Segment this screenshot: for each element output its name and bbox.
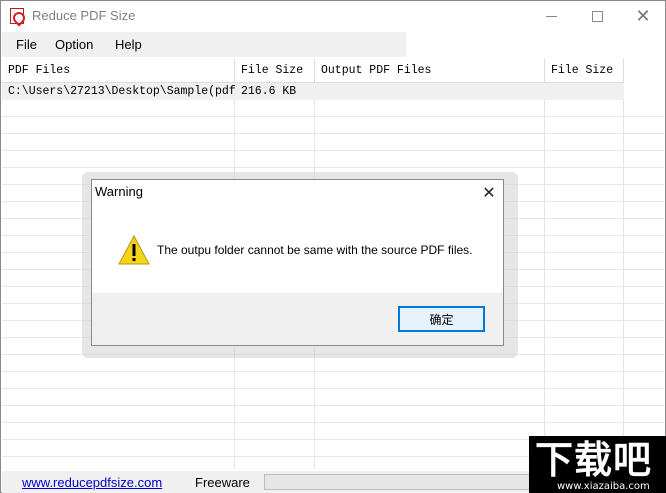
pdf-app-icon [10, 8, 24, 24]
menu-option[interactable]: Option [55, 37, 93, 52]
menu-file[interactable]: File [16, 37, 37, 52]
website-link[interactable]: www.reducepdfsize.com [22, 475, 162, 490]
column-header-output-file-size[interactable]: File Size [545, 59, 624, 82]
progress-bar [264, 474, 554, 490]
menu-bar: File Option Help [2, 32, 406, 57]
warning-dialog: Warning ✕ The outpu folder cannot be sam… [91, 179, 504, 346]
cell-file-size: 216.6 KB [241, 85, 297, 98]
maximize-button[interactable] [574, 1, 620, 32]
dialog-title: Warning [95, 184, 143, 199]
maximize-icon [591, 11, 603, 22]
table-header: PDF Files File Size Output PDF Files Fil… [2, 59, 624, 83]
cell-pdf-file: C:\Users\27213\Desktop\Sample(pdf)... [8, 85, 235, 98]
column-header-pdf-files[interactable]: PDF Files [2, 59, 235, 82]
column-header-file-size[interactable]: File Size [235, 59, 315, 82]
grid-column-line [544, 100, 545, 469]
title-bar[interactable]: Reduce PDF Size ✕ [1, 1, 665, 32]
watermark-title: 下载吧 [535, 438, 653, 482]
dialog-footer: 确定 [92, 293, 503, 345]
menu-help[interactable]: Help [115, 37, 142, 52]
grid-column-line [623, 100, 624, 469]
column-header-output-pdf-files[interactable]: Output PDF Files [315, 59, 545, 82]
minimize-button[interactable] [528, 1, 574, 32]
warning-icon [118, 235, 150, 265]
license-label: Freeware [195, 475, 250, 490]
dialog-message: The outpu folder cannot be same with the… [157, 243, 473, 257]
table-row[interactable]: C:\Users\27213\Desktop\Sample(pdf)... 21… [2, 83, 624, 100]
minimize-icon [545, 16, 557, 17]
watermark-url: www.xiazaiba.com [557, 481, 650, 492]
window-title: Reduce PDF Size [32, 8, 136, 23]
cell-output-size [545, 83, 624, 100]
close-icon: ✕ [635, 6, 651, 27]
close-icon: ✕ [482, 182, 496, 202]
dialog-body: The outpu folder cannot be same with the… [92, 204, 503, 293]
cell-output-file [315, 83, 545, 100]
dialog-close-button[interactable]: ✕ [475, 180, 503, 204]
close-button[interactable]: ✕ [620, 1, 666, 32]
watermark-logo: 下载吧 www.xiazaiba.com [529, 436, 666, 493]
ok-button[interactable]: 确定 [398, 306, 485, 332]
